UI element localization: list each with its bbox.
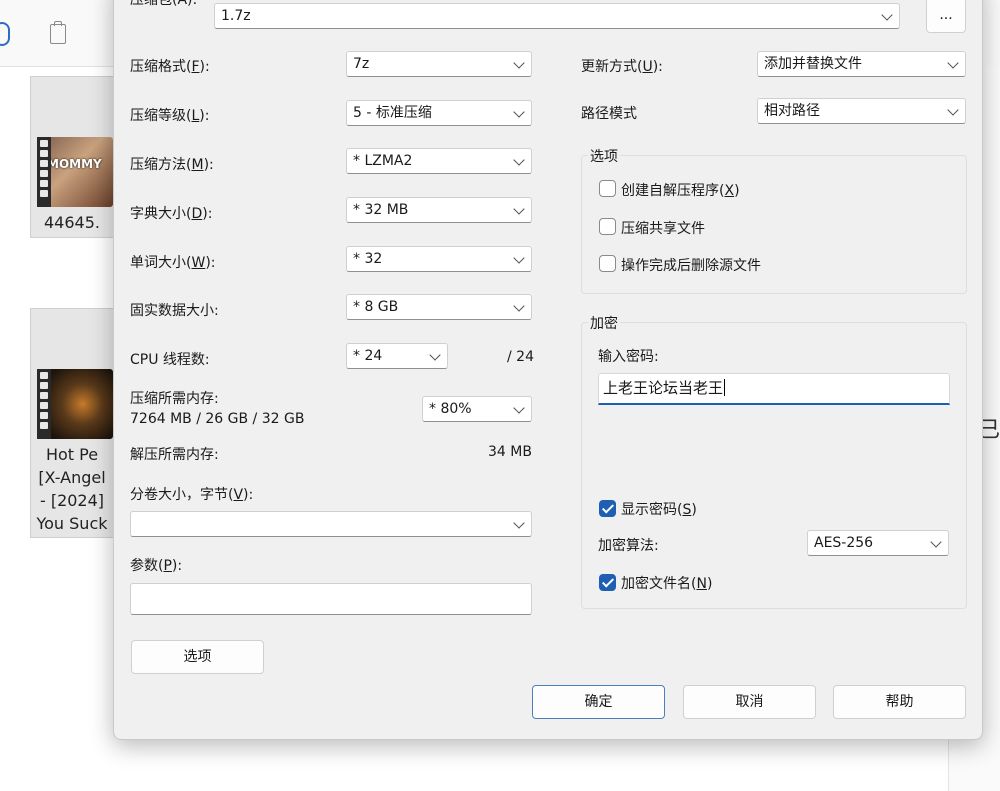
compress-memory-label: 压缩所需内存: [130,391,219,407]
chevron-down-icon [513,252,525,264]
level-select[interactable]: 5 - 标准压缩 [346,100,532,126]
shared-files-label[interactable]: 压缩共享文件 [621,218,705,238]
format-select[interactable]: 7z [346,51,532,77]
file-tile[interactable]: Hot Pe [X-Angel - [2024] You Suck [30,308,114,538]
chevron-down-icon [947,57,959,69]
compress-memory-detail: 7264 MB / 26 GB / 32 GB [130,411,305,427]
film-strip-icon [37,137,51,207]
browse-button[interactable]: ... [926,0,966,33]
help-button[interactable]: 帮助 [833,685,966,719]
chevron-down-icon [513,203,525,215]
chevron-down-icon [513,517,525,529]
chevron-down-icon [513,57,525,69]
film-strip-icon [37,369,51,439]
encryption-group-title: 加密 [588,313,620,333]
cpu-threads-label: CPU 线程数: [130,352,210,368]
chevron-down-icon [881,9,893,21]
chevron-down-icon [429,349,441,361]
cancel-button[interactable]: 取消 [683,685,816,719]
file-tile[interactable]: MOMMY 44645. [30,76,114,238]
format-label: 压缩格式(F): [130,59,210,75]
word-size-label: 单词大小(W): [130,255,216,271]
show-password-checkbox[interactable] [599,500,616,517]
memory-usage-select[interactable]: * 80% [422,396,532,422]
path-mode-label: 路径模式 [581,106,637,122]
update-mode-select[interactable]: 添加并替换文件 [757,51,966,77]
chevron-down-icon [513,154,525,166]
password-label: 输入密码: [598,349,659,365]
volume-size-combo[interactable] [130,511,532,537]
encrypt-names-checkbox[interactable] [599,574,616,591]
decompress-memory-value: 34 MB [488,444,532,460]
parameters-input[interactable] [130,583,532,615]
chevron-down-icon [947,104,959,116]
level-label: 压缩等级(L): [130,108,210,124]
method-label: 压缩方法(M): [130,157,214,173]
clipboard-icon[interactable] [50,21,66,44]
decompress-memory-label: 解压所需内存: [130,447,219,463]
text-caret [724,379,726,396]
archive-name-combo[interactable]: 1.7z [214,3,900,29]
ok-button[interactable]: 确定 [532,685,665,719]
word-size-select[interactable]: * 32 [346,246,532,272]
sfx-checkbox[interactable] [599,180,616,197]
sfx-label[interactable]: 创建自解压程序(X) [621,180,740,200]
password-input[interactable]: 上老王论坛当老王 [598,373,950,405]
chevron-down-icon [513,402,525,414]
encryption-method-select[interactable]: AES-256 [807,530,949,556]
encrypt-names-label[interactable]: 加密文件名(N) [621,573,712,593]
path-mode-select[interactable]: 相对路径 [757,98,966,124]
solid-block-select[interactable]: * 8 GB [346,294,532,320]
delete-after-label[interactable]: 操作完成后删除源文件 [621,255,761,275]
archive-label: 压缩包(A): [130,0,198,8]
partial-toolbar-icon[interactable] [0,22,10,46]
thumbnail-text: MOMMY [47,157,102,171]
dictionary-label: 字典大小(D): [130,206,213,222]
show-password-label[interactable]: 显示密码(S) [621,499,697,519]
file-name: Hot Pe [X-Angel - [2024] You Suck [36,445,108,533]
add-to-archive-dialog: 压缩包(A): 1.7z ... 压缩格式(F): 7z 压缩等级(L): 5 … [113,0,983,740]
cpu-threads-select[interactable]: * 24 [346,343,448,369]
encryption-method-label: 加密算法: [598,538,659,554]
update-mode-label: 更新方式(U): [581,59,663,75]
chevron-down-icon [513,300,525,312]
solid-block-label: 固实数据大小: [130,303,219,319]
method-select[interactable]: * LZMA2 [346,148,532,174]
options-button[interactable]: 选项 [131,640,264,674]
options-group-title: 选项 [588,146,620,166]
chevron-down-icon [930,536,942,548]
parameters-label: 参数(P): [130,558,183,574]
file-name: 44645. [44,213,100,232]
dictionary-select[interactable]: * 32 MB [346,197,532,223]
delete-after-checkbox[interactable] [599,255,616,272]
shared-files-checkbox[interactable] [599,218,616,235]
chevron-down-icon [513,106,525,118]
archive-name-value: 1.7z [221,8,251,24]
cpu-threads-max: / 24 [507,349,534,365]
volume-size-label: 分卷大小，字节(V): [130,487,254,503]
